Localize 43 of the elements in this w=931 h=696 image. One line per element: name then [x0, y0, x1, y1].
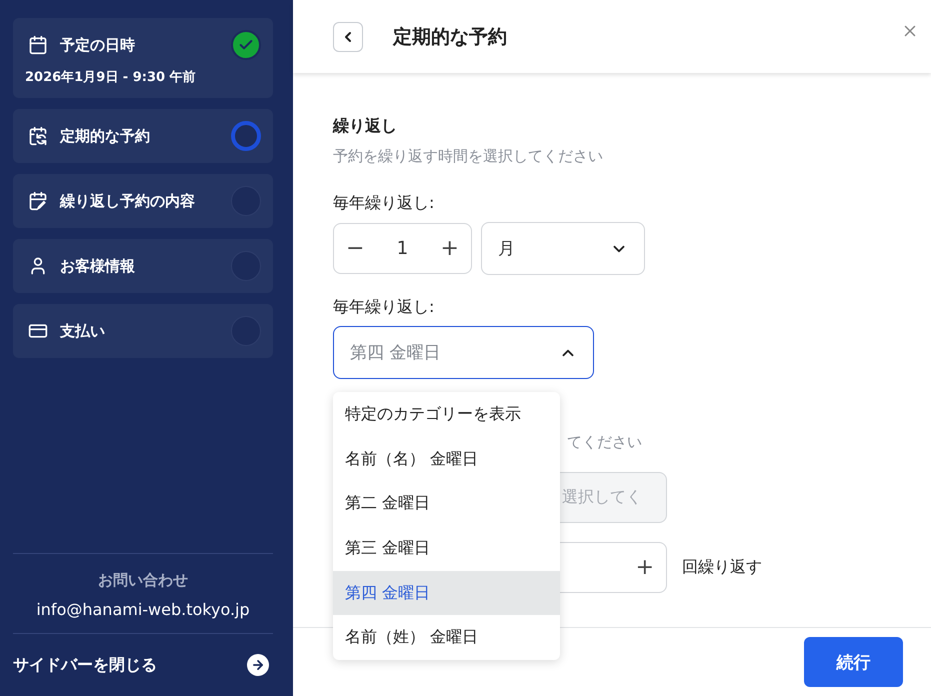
field-label: 毎年繰り返し: [333, 193, 436, 214]
section-title: 繰り返し [333, 116, 398, 137]
contact-label: お問い合わせ [98, 571, 188, 590]
select-value: 第四 金曜日 [350, 342, 440, 364]
section-hint: 予約を繰り返す時間を選択してください [333, 147, 604, 166]
repeat-suffix: 回繰り返す [682, 557, 762, 578]
step-card[interactable]: お客様情報 [13, 239, 273, 293]
arrow-right-icon [247, 654, 269, 676]
calendar-icon [28, 35, 48, 55]
plus-button[interactable]: + [440, 236, 459, 261]
step-label: 予定の日時 [60, 36, 136, 54]
dropdown-option[interactable]: 特定のカテゴリーを表示 [333, 392, 560, 437]
dropdown-option[interactable]: 名前（名） 金曜日 [333, 436, 560, 482]
stepper-value: 1 [396, 238, 408, 259]
step-label: 支払い [60, 322, 106, 340]
step-label: 繰り返し予約の内容 [60, 192, 196, 210]
dropdown-option[interactable]: 名前（姓） 金曜日 [333, 615, 560, 660]
continue-button[interactable]: 続行 [804, 637, 903, 687]
plus-button[interactable]: + [636, 555, 654, 580]
close-sidebar-button[interactable]: サイドバーを閉じる [13, 634, 273, 696]
unit-select[interactable]: 月 [481, 222, 645, 275]
page-title: 定期的な予約 [393, 24, 508, 50]
minus-button[interactable]: − [346, 236, 364, 261]
field-hint: てください [567, 433, 643, 452]
calendar-pen-icon [28, 191, 48, 211]
number-stepper[interactable]: − 1 + [333, 223, 472, 274]
step-card[interactable]: 繰り返し予約の内容 [13, 174, 273, 228]
contact-email: info@hanami-web.tokyo.jp [36, 600, 250, 619]
dropdown-option[interactable]: 第四 金曜日 [333, 570, 560, 616]
weekday-select[interactable]: 第四 金曜日 [333, 326, 594, 379]
step-label: 定期的な予約 [60, 126, 151, 146]
dropdown-option[interactable]: 第三 金曜日 [333, 526, 560, 571]
step-card[interactable]: 定期的な予約 [13, 109, 273, 163]
step-card[interactable]: 支払い [13, 304, 273, 358]
step-card[interactable]: 予定の日時 2026年1月9日 - 9:30 午前 [13, 18, 273, 98]
field-label: 毎年繰り返し: [333, 297, 436, 318]
step-datetime: 2026年1月9日 - 9:30 午前 [25, 69, 197, 86]
back-button[interactable] [333, 22, 363, 52]
calendar-sync-icon [28, 126, 48, 146]
number-stepper[interactable]: + [560, 542, 667, 593]
step-label: お客様情報 [60, 256, 136, 276]
select-value: 月 [498, 238, 515, 260]
dropdown-option[interactable]: 第二 金曜日 [333, 481, 560, 526]
